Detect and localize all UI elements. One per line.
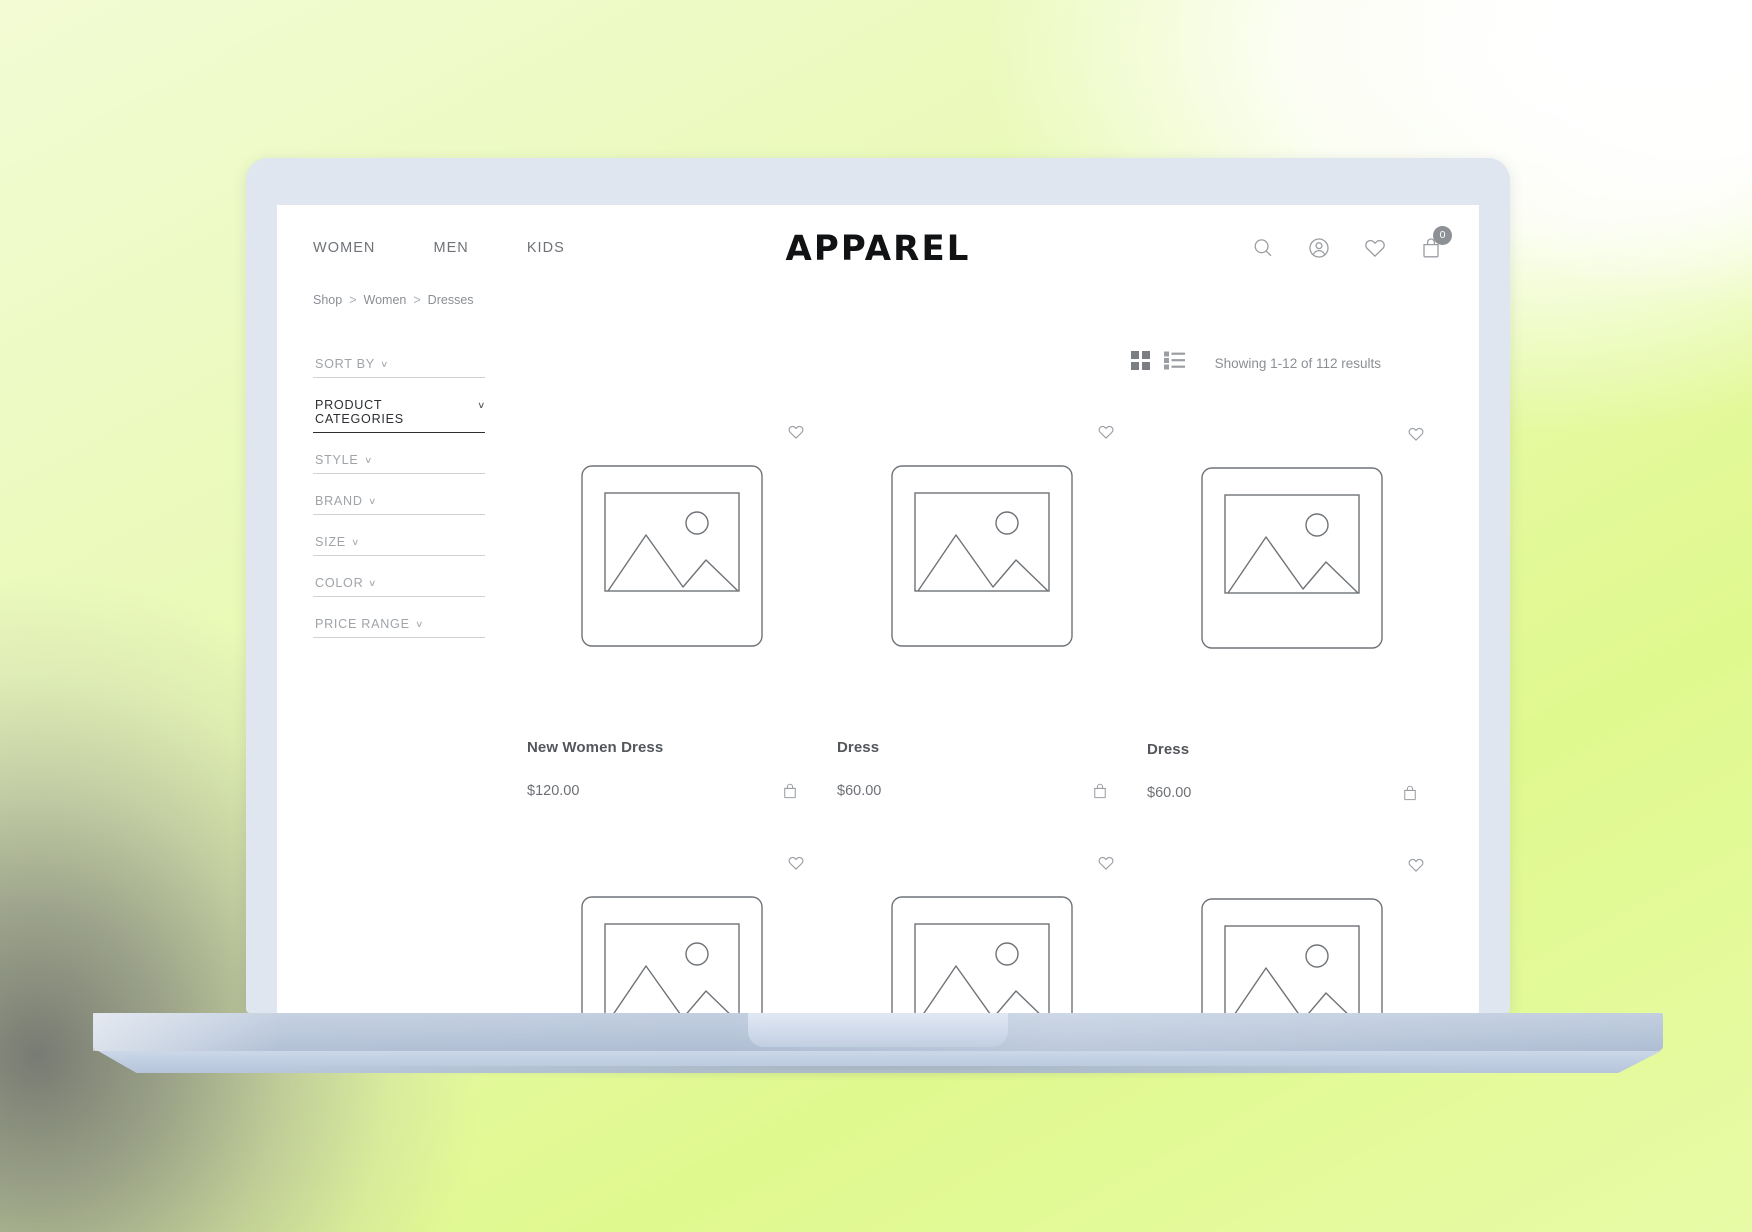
product-grid-row-1: New Women Dress $120.00 Dress $60.00 Dre…: [521, 417, 1443, 802]
product-price-row: $60.00: [837, 782, 1127, 800]
site-header: WOMEN MEN KIDS APPAREL 0: [277, 205, 1479, 291]
product-price: $60.00: [837, 783, 882, 799]
product-card[interactable]: [1141, 848, 1443, 1013]
product-meta: Dress $60.00: [1141, 741, 1443, 802]
results-count: Showing 1-12 of 112 results: [1214, 355, 1381, 371]
filter-color[interactable]: COLOR ∨: [313, 576, 485, 597]
add-to-cart-bag-icon[interactable]: [781, 782, 799, 800]
product-grid-row-2: [521, 848, 1443, 1013]
filter-label: PRICE RANGE: [315, 617, 410, 631]
wishlist-heart-icon[interactable]: [1097, 423, 1115, 441]
filter-label: COLOR: [315, 576, 364, 590]
product-price: $60.00: [1147, 785, 1192, 801]
shopping-bag-icon[interactable]: 0: [1419, 226, 1452, 260]
header-icon-group: 0: [1251, 226, 1452, 260]
chevron-down-icon: ∨: [351, 537, 360, 547]
user-account-icon[interactable]: [1307, 236, 1331, 260]
filter-sidebar: SORT BY ∨ PRODUCT CATEGORIES ∨ STYLE ∨ B…: [313, 351, 486, 1013]
filter-price-range[interactable]: PRICE RANGE ∨: [313, 617, 485, 638]
filter-brand[interactable]: BRAND ∨: [313, 494, 485, 515]
product-meta: New Women Dress $120.00: [521, 739, 823, 800]
search-icon[interactable]: [1251, 236, 1275, 260]
product-image-placeholder: [1201, 898, 1383, 1013]
product-price-row: $120.00: [527, 782, 817, 800]
chevron-down-icon: ∨: [368, 578, 377, 588]
product-image-placeholder: [891, 896, 1073, 1013]
add-to-cart-bag-icon[interactable]: [1401, 784, 1419, 802]
filter-label: STYLE: [315, 453, 359, 467]
chevron-down-icon: ∨: [363, 455, 372, 465]
product-card[interactable]: Dress $60.00: [1141, 417, 1443, 802]
breadcrumb-item-women[interactable]: Women: [364, 293, 407, 307]
shop-body: SORT BY ∨ PRODUCT CATEGORIES ∨ STYLE ∨ B…: [277, 351, 1479, 1013]
product-image-placeholder: [581, 896, 763, 1013]
grid-view-icon[interactable]: [1130, 351, 1150, 375]
filter-sort-by[interactable]: SORT BY ∨: [313, 357, 485, 378]
breadcrumb: Shop > Women > Dresses: [277, 293, 1479, 307]
filter-label: SORT BY: [315, 357, 375, 371]
filter-product-categories[interactable]: PRODUCT CATEGORIES ∨: [313, 398, 486, 433]
filter-style[interactable]: STYLE ∨: [313, 453, 485, 474]
list-view-icon[interactable]: [1163, 351, 1185, 375]
cart-count-badge: 0: [1433, 226, 1452, 245]
wishlist-heart-icon[interactable]: [787, 854, 805, 872]
laptop-shadow: [150, 1066, 1610, 1100]
filter-label: SIZE: [315, 535, 346, 549]
wishlist-heart-icon[interactable]: [1407, 425, 1425, 443]
wishlist-heart-icon[interactable]: [1407, 856, 1425, 874]
wishlist-heart-icon[interactable]: [1097, 854, 1115, 872]
chevron-down-icon: ∨: [477, 400, 486, 410]
breadcrumb-item-dresses[interactable]: Dresses: [428, 293, 474, 307]
filter-size[interactable]: SIZE ∨: [313, 535, 485, 556]
product-card[interactable]: New Women Dress $120.00: [521, 417, 823, 802]
product-price: $120.00: [527, 783, 580, 799]
add-to-cart-bag-icon[interactable]: [1091, 782, 1109, 800]
product-image-placeholder: [581, 465, 763, 647]
chevron-down-icon: ∨: [367, 496, 377, 506]
product-listing: Showing 1-12 of 112 results New Women Dr…: [485, 351, 1443, 1013]
breadcrumb-separator: >: [349, 293, 357, 307]
product-title[interactable]: Dress: [837, 739, 1127, 756]
product-title[interactable]: New Women Dress: [527, 739, 817, 756]
product-image-placeholder: [1201, 467, 1383, 649]
breadcrumb-item-shop[interactable]: Shop: [313, 293, 342, 307]
product-card[interactable]: Dress $60.00: [831, 417, 1133, 802]
laptop-hinge-notch: [748, 1013, 1008, 1047]
product-meta: Dress $60.00: [831, 739, 1133, 800]
wishlist-heart-icon[interactable]: [787, 423, 805, 441]
product-image-placeholder: [891, 465, 1073, 647]
product-card[interactable]: [521, 848, 823, 1013]
product-price-row: $60.00: [1147, 784, 1437, 802]
product-title[interactable]: Dress: [1147, 741, 1437, 758]
breadcrumb-separator: >: [413, 293, 421, 307]
filter-label: BRAND: [315, 494, 363, 508]
product-card[interactable]: [831, 848, 1133, 1013]
heart-icon[interactable]: [1363, 236, 1387, 260]
chevron-down-icon: ∨: [380, 359, 389, 369]
view-toggle: [1130, 351, 1185, 375]
laptop-mockup: WOMEN MEN KIDS APPAREL 0 Shop > Women > …: [0, 0, 1752, 1232]
listing-toolbar: Showing 1-12 of 112 results: [521, 351, 1443, 375]
laptop-screen: WOMEN MEN KIDS APPAREL 0 Shop > Women > …: [277, 205, 1479, 1013]
filter-label: PRODUCT CATEGORIES: [315, 398, 404, 426]
chevron-down-icon: ∨: [414, 619, 424, 629]
